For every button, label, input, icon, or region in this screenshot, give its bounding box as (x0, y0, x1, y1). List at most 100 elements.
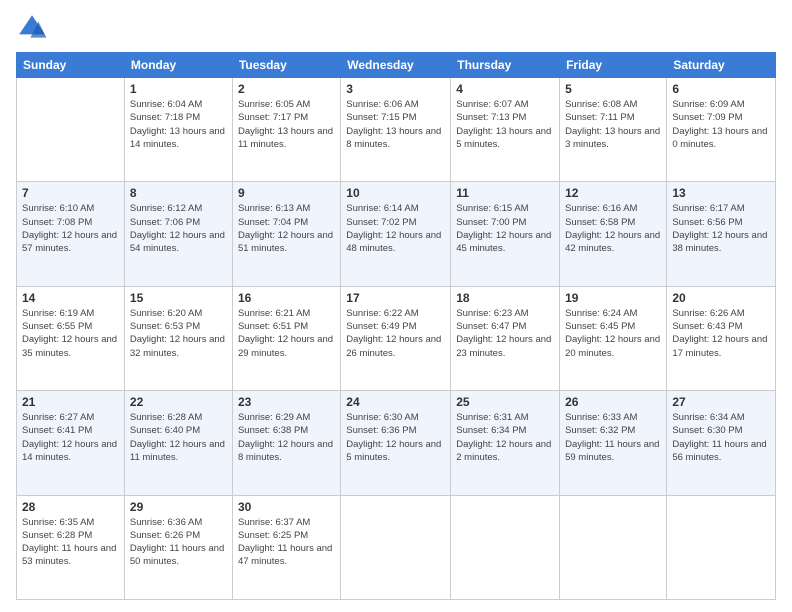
day-number: 16 (238, 291, 335, 305)
day-info: Sunrise: 6:14 AMSunset: 7:02 PMDaylight:… (346, 202, 445, 255)
calendar-table: SundayMondayTuesdayWednesdayThursdayFrid… (16, 52, 776, 600)
day-number: 7 (22, 186, 119, 200)
day-info: Sunrise: 6:21 AMSunset: 6:51 PMDaylight:… (238, 307, 335, 360)
day-number: 18 (456, 291, 554, 305)
calendar-cell: 23Sunrise: 6:29 AMSunset: 6:38 PMDayligh… (232, 391, 340, 495)
calendar-cell: 16 Sunrise: 6:21 AMSunset: 6:51 PMDayligh… (232, 286, 340, 390)
day-number: 23 (238, 395, 335, 409)
day-info: Sunrise: 6:24 AMSunset: 6:45 PMDaylight:… (565, 307, 661, 360)
calendar-cell: 3Sunrise: 6:06 AMSunset: 7:15 PMDaylight… (341, 78, 451, 182)
calendar-week-row: 1Sunrise: 6:04 AMSunset: 7:18 PMDaylight… (17, 78, 776, 182)
day-header-monday: Monday (124, 53, 232, 78)
day-info: Sunrise: 6:15 AMSunset: 7:00 PMDaylight:… (456, 202, 554, 255)
calendar-cell: 25 Sunrise: 6:31 AMSunset: 6:34 PMDayligh… (451, 391, 560, 495)
calendar-cell: 27 Sunrise: 6:34 AMSunset: 6:30 PMDayligh… (667, 391, 776, 495)
day-info: Sunrise: 6:16 AMSunset: 6:58 PMDaylight:… (565, 202, 661, 255)
day-info: Sunrise: 6:17 AMSunset: 6:56 PMDaylight:… (672, 202, 770, 255)
day-number: 24 (346, 395, 445, 409)
day-info: Sunrise: 6:04 AMSunset: 7:18 PMDaylight:… (130, 98, 227, 151)
calendar-cell: 9 Sunrise: 6:13 AMSunset: 7:04 PMDaylight… (232, 182, 340, 286)
calendar-week-row: 14 Sunrise: 6:19 AMSunset: 6:55 PMDayligh… (17, 286, 776, 390)
day-info: Sunrise: 6:37 AMSunset: 6:25 PMDaylight:… (238, 516, 335, 569)
page: SundayMondayTuesdayWednesdayThursdayFrid… (0, 0, 792, 612)
day-info: Sunrise: 6:07 AMSunset: 7:13 PMDaylight:… (456, 98, 554, 151)
calendar-cell: 6 Sunrise: 6:09 AMSunset: 7:09 PMDaylight… (667, 78, 776, 182)
calendar-cell: 10 Sunrise: 6:14 AMSunset: 7:02 PMDayligh… (341, 182, 451, 286)
calendar-cell: 2 Sunrise: 6:05 AMSunset: 7:17 PMDaylight… (232, 78, 340, 182)
day-number: 17 (346, 291, 445, 305)
day-number: 20 (672, 291, 770, 305)
day-number: 6 (672, 82, 770, 96)
calendar-cell: 24 Sunrise: 6:30 AMSunset: 6:36 PMDayligh… (341, 391, 451, 495)
day-number: 25 (456, 395, 554, 409)
calendar-cell: 18 Sunrise: 6:23 AMSunset: 6:47 PMDayligh… (451, 286, 560, 390)
calendar-cell: 20Sunrise: 6:26 AMSunset: 6:43 PMDayligh… (667, 286, 776, 390)
day-number: 27 (672, 395, 770, 409)
calendar-cell: 13 Sunrise: 6:17 AMSunset: 6:56 PMDayligh… (667, 182, 776, 286)
calendar-week-row: 21Sunrise: 6:27 AMSunset: 6:41 PMDayligh… (17, 391, 776, 495)
day-number: 21 (22, 395, 119, 409)
day-info: Sunrise: 6:30 AMSunset: 6:36 PMDaylight:… (346, 411, 445, 464)
day-number: 9 (238, 186, 335, 200)
calendar-cell: 11 Sunrise: 6:15 AMSunset: 7:00 PMDayligh… (451, 182, 560, 286)
calendar-cell: 22 Sunrise: 6:28 AMSunset: 6:40 PMDayligh… (124, 391, 232, 495)
calendar-cell: 28 Sunrise: 6:35 AMSunset: 6:28 PMDayligh… (17, 495, 125, 599)
day-number: 8 (130, 186, 227, 200)
day-info: Sunrise: 6:23 AMSunset: 6:47 PMDaylight:… (456, 307, 554, 360)
day-header-saturday: Saturday (667, 53, 776, 78)
calendar-cell (560, 495, 667, 599)
day-header-thursday: Thursday (451, 53, 560, 78)
day-info: Sunrise: 6:08 AMSunset: 7:11 PMDaylight:… (565, 98, 661, 151)
day-info: Sunrise: 6:20 AMSunset: 6:53 PMDaylight:… (130, 307, 227, 360)
header (16, 12, 776, 44)
day-info: Sunrise: 6:06 AMSunset: 7:15 PMDaylight:… (346, 98, 445, 151)
day-number: 11 (456, 186, 554, 200)
calendar-header-row: SundayMondayTuesdayWednesdayThursdayFrid… (17, 53, 776, 78)
calendar-cell: 29Sunrise: 6:36 AMSunset: 6:26 PMDayligh… (124, 495, 232, 599)
calendar-cell (341, 495, 451, 599)
calendar-cell (667, 495, 776, 599)
day-number: 13 (672, 186, 770, 200)
day-info: Sunrise: 6:13 AMSunset: 7:04 PMDaylight:… (238, 202, 335, 255)
day-info: Sunrise: 6:35 AMSunset: 6:28 PMDaylight:… (22, 516, 119, 569)
calendar-cell: 12 Sunrise: 6:16 AMSunset: 6:58 PMDayligh… (560, 182, 667, 286)
day-number: 30 (238, 500, 335, 514)
day-info: Sunrise: 6:10 AMSunset: 7:08 PMDaylight:… (22, 202, 119, 255)
day-number: 4 (456, 82, 554, 96)
day-header-sunday: Sunday (17, 53, 125, 78)
calendar-cell: 5 Sunrise: 6:08 AMSunset: 7:11 PMDaylight… (560, 78, 667, 182)
logo-icon (16, 12, 48, 44)
day-header-friday: Friday (560, 53, 667, 78)
day-info: Sunrise: 6:31 AMSunset: 6:34 PMDaylight:… (456, 411, 554, 464)
day-number: 12 (565, 186, 661, 200)
calendar-cell: 19 Sunrise: 6:24 AMSunset: 6:45 PMDayligh… (560, 286, 667, 390)
day-number: 15 (130, 291, 227, 305)
calendar-cell: 1Sunrise: 6:04 AMSunset: 7:18 PMDaylight… (124, 78, 232, 182)
day-number: 5 (565, 82, 661, 96)
day-info: Sunrise: 6:12 AMSunset: 7:06 PMDaylight:… (130, 202, 227, 255)
day-number: 22 (130, 395, 227, 409)
day-info: Sunrise: 6:28 AMSunset: 6:40 PMDaylight:… (130, 411, 227, 464)
calendar-cell: 26 Sunrise: 6:33 AMSunset: 6:32 PMDayligh… (560, 391, 667, 495)
day-number: 10 (346, 186, 445, 200)
day-header-wednesday: Wednesday (341, 53, 451, 78)
calendar-cell: 7 Sunrise: 6:10 AMSunset: 7:08 PMDaylight… (17, 182, 125, 286)
day-number: 14 (22, 291, 119, 305)
day-number: 19 (565, 291, 661, 305)
day-number: 29 (130, 500, 227, 514)
day-info: Sunrise: 6:19 AMSunset: 6:55 PMDaylight:… (22, 307, 119, 360)
calendar-cell: 30 Sunrise: 6:37 AMSunset: 6:25 PMDayligh… (232, 495, 340, 599)
calendar-cell: 4 Sunrise: 6:07 AMSunset: 7:13 PMDaylight… (451, 78, 560, 182)
day-info: Sunrise: 6:33 AMSunset: 6:32 PMDaylight:… (565, 411, 661, 464)
day-info: Sunrise: 6:22 AMSunset: 6:49 PMDaylight:… (346, 307, 445, 360)
day-number: 28 (22, 500, 119, 514)
calendar-week-row: 7 Sunrise: 6:10 AMSunset: 7:08 PMDaylight… (17, 182, 776, 286)
calendar-week-row: 28 Sunrise: 6:35 AMSunset: 6:28 PMDayligh… (17, 495, 776, 599)
day-info: Sunrise: 6:09 AMSunset: 7:09 PMDaylight:… (672, 98, 770, 151)
day-number: 2 (238, 82, 335, 96)
day-info: Sunrise: 6:05 AMSunset: 7:17 PMDaylight:… (238, 98, 335, 151)
day-info: Sunrise: 6:34 AMSunset: 6:30 PMDaylight:… (672, 411, 770, 464)
day-number: 26 (565, 395, 661, 409)
calendar-cell (17, 78, 125, 182)
calendar-cell: 17 Sunrise: 6:22 AMSunset: 6:49 PMDayligh… (341, 286, 451, 390)
